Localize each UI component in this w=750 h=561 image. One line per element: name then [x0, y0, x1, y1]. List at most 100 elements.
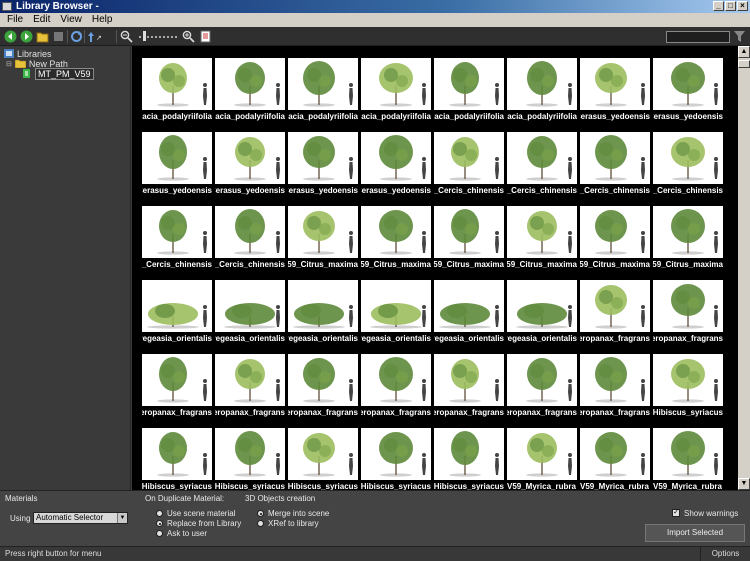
scroll-up-button[interactable]: ▲	[738, 46, 750, 58]
zoom-slider-thumb[interactable]	[143, 31, 146, 41]
menu-help[interactable]: Help	[87, 13, 118, 27]
thumbnail-tile[interactable]: 59_Cerasus_yedoensis	[215, 132, 285, 204]
thumbnail-tile[interactable]: Heteropanax_fragrans	[142, 354, 212, 426]
thumbnail-tile[interactable]: V59_Cercis_chinensis	[142, 206, 212, 278]
thumbnail-tile[interactable]: V59_Citrus_maxima	[288, 206, 358, 278]
tree-root[interactable]: Libraries	[4, 48, 52, 59]
thumbnail-tile[interactable]: V59_Cercis_chinensis	[580, 132, 650, 204]
thumbnail-tile[interactable]: Hibiscus_syriacus	[288, 428, 358, 490]
app-icon	[2, 2, 12, 11]
thumbnail-tile[interactable]: Hibiscus_syriacus	[361, 428, 431, 490]
thumbnail-tile[interactable]: Hibiscus_syriacus	[434, 428, 504, 490]
thumbnail-tile[interactable]: V59_Cercis_chinensis	[434, 132, 504, 204]
thumbnail-tile[interactable]: V59_Citrus_maxima	[434, 206, 504, 278]
folder-icon[interactable]	[36, 30, 49, 43]
thumbnail-tile[interactable]: Hibiscus_syriacus	[215, 428, 285, 490]
tree-preview-image	[142, 354, 212, 406]
tree-preview-image	[142, 280, 212, 332]
thumbnail-tile[interactable]: Heteropanax_fragrans	[580, 354, 650, 426]
up-level-icon[interactable]: ↗	[87, 30, 115, 43]
thumbnail-tile[interactable]: V59_Citrus_maxima	[361, 206, 431, 278]
thumbnail-tile[interactable]: Debregeasia_orientalis	[288, 280, 358, 352]
thumbnail-tile[interactable]: Debregeasia_orientalis	[507, 280, 577, 352]
radio-ask-to-user[interactable]	[156, 530, 163, 537]
thumbnail-tile[interactable]: V59_Cercis_chinensis	[507, 132, 577, 204]
thumbnail-tile[interactable]: V59_Citrus_maxima	[507, 206, 577, 278]
thumbnail-tile[interactable]: V59_Myrica_rubra	[507, 428, 577, 490]
vertical-scrollbar[interactable]: ▲ ▼	[738, 46, 750, 490]
tree-preview-image	[288, 280, 358, 332]
thumbnail-caption: 9_Acacia_podalyriifolia	[288, 112, 358, 121]
thumbnail-tile[interactable]: V59_Myrica_rubra	[653, 428, 723, 490]
thumbnail-tile[interactable]: 9_Acacia_podalyriifolia	[142, 58, 212, 130]
tree-preview-image	[434, 280, 504, 332]
show-warnings-checkbox[interactable]: ✓	[672, 509, 680, 517]
thumbnail-tile[interactable]: V59_Citrus_maxima	[580, 206, 650, 278]
tree-preview-image	[361, 58, 431, 110]
thumbnail-tile[interactable]: 59_Cerasus_yedoensis	[361, 132, 431, 204]
thumbnail-tile[interactable]: Heteropanax_fragrans	[653, 280, 723, 352]
collapse-icon[interactable]: ⊟	[6, 60, 12, 68]
thumbnail-tile[interactable]: Debregeasia_orientalis	[361, 280, 431, 352]
minimize-button[interactable]: _	[713, 1, 724, 11]
thumbnail-caption-text: 59_Cerasus_yedoensis	[361, 186, 431, 195]
thumbnail-tile[interactable]: 9_Acacia_podalyriifolia	[434, 58, 504, 130]
menu-edit[interactable]: Edit	[28, 13, 55, 27]
radio-xref-to-library[interactable]	[257, 520, 264, 527]
thumbnail-tile[interactable]: Heteropanax_fragrans	[215, 354, 285, 426]
thumbnail-caption: Hibiscus_syriacus	[434, 482, 504, 490]
thumbnail-caption-text: 9_Cerasus_yedoensis	[580, 112, 650, 121]
thumbnail-tile[interactable]: 9_Acacia_podalyriifolia	[507, 58, 577, 130]
menu-view[interactable]: View	[55, 13, 87, 27]
scroll-thumb[interactable]	[738, 60, 750, 68]
thumbnail-tile[interactable]: Hibiscus_syriacus	[653, 354, 723, 426]
tree-preview-image	[580, 354, 650, 406]
search-field[interactable]	[666, 31, 730, 43]
thumbnail-tile[interactable]: Debregeasia_orientalis	[215, 280, 285, 352]
search-filter-icon[interactable]	[733, 30, 746, 43]
thumbnail-tile[interactable]: V59_Cercis_chinensis	[653, 132, 723, 204]
thumbnail-tile[interactable]: 9_Acacia_podalyriifolia	[288, 58, 358, 130]
radio-replace-from-library[interactable]	[156, 520, 163, 527]
thumbnail-tile[interactable]: 9_Cerasus_yedoensis	[580, 58, 650, 130]
thumbnail-tile[interactable]: Debregeasia_orientalis	[142, 280, 212, 352]
thumbnail-tile[interactable]: V59_Myrica_rubra	[580, 428, 650, 490]
thumbnail-tile[interactable]: 59_Cerasus_yedoensis	[142, 132, 212, 204]
options-button[interactable]: Options	[700, 547, 750, 561]
search-input[interactable]	[667, 33, 729, 43]
thumbnail-caption-text: Debregeasia_orientalis	[361, 334, 431, 343]
thumbnail-tile[interactable]: Heteropanax_fragrans	[507, 354, 577, 426]
radio-use-scene-material[interactable]	[156, 510, 163, 517]
thumbnail-tile[interactable]: 59_Cerasus_yedoensis	[288, 132, 358, 204]
thumbnail-tile[interactable]: Heteropanax_fragrans	[580, 280, 650, 352]
filter-list-icon[interactable]	[199, 30, 212, 43]
zoom-in-icon[interactable]	[182, 30, 195, 43]
thumbnail-tile[interactable]: 9_Acacia_podalyriifolia	[361, 58, 431, 130]
thumbnail-tile[interactable]: Hibiscus_syriacus	[142, 428, 212, 490]
thumbnail-tile[interactable]: Heteropanax_fragrans	[361, 354, 431, 426]
using-select[interactable]: Automatic Selector ▼	[33, 512, 128, 524]
radio-merge-into-scene[interactable]	[257, 510, 264, 517]
tree-preview-image	[142, 206, 212, 258]
tree-item-selected[interactable]: MT_PM_V59	[22, 68, 94, 80]
dropdown-arrow-icon[interactable]: ▼	[117, 513, 127, 523]
thumbnail-tile[interactable]: Heteropanax_fragrans	[434, 354, 504, 426]
scroll-down-button[interactable]: ▼	[738, 478, 750, 490]
thumbnail-tile[interactable]: 9_Cerasus_yedoensis	[653, 58, 723, 130]
tree-preview-image	[434, 428, 504, 480]
thumbnail-tile[interactable]: V59_Citrus_maxima	[653, 206, 723, 278]
thumbnail-tile[interactable]: Heteropanax_fragrans	[288, 354, 358, 426]
back-icon[interactable]	[4, 30, 17, 43]
thumbnail-tile[interactable]: Debregeasia_orientalis	[434, 280, 504, 352]
import-selected-button[interactable]: Import Selected	[645, 524, 745, 542]
forward-icon[interactable]	[20, 30, 33, 43]
thumbnail-tile[interactable]: V59_Cercis_chinensis	[215, 206, 285, 278]
refresh-icon[interactable]	[70, 30, 83, 43]
thumbnail-tile[interactable]: 9_Acacia_podalyriifolia	[215, 58, 285, 130]
stop-icon[interactable]	[52, 30, 65, 43]
maximize-button[interactable]: □	[725, 1, 736, 11]
menu-file[interactable]: File	[2, 13, 28, 27]
zoom-out-icon[interactable]	[120, 30, 133, 43]
close-button[interactable]: ×	[737, 1, 748, 11]
thumbnail-caption-text: V59_Cercis_chinensis	[653, 186, 723, 195]
